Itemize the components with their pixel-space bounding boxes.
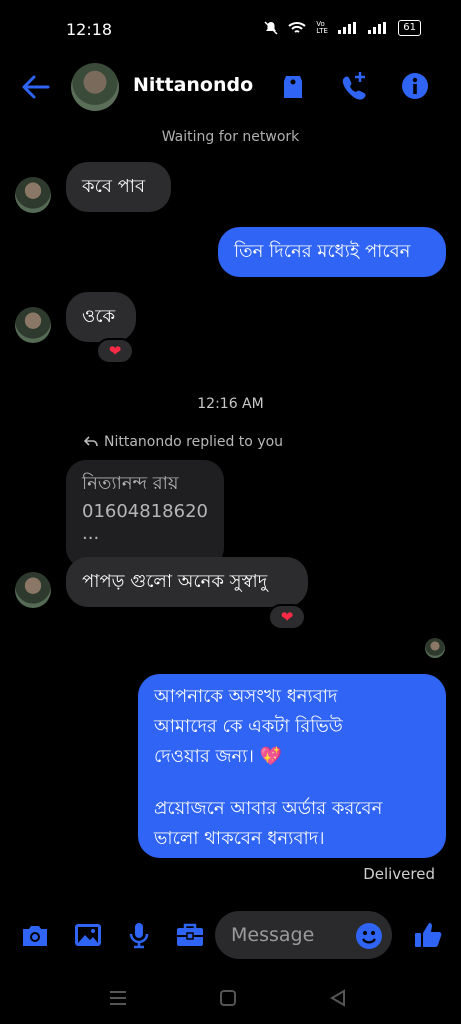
briefcase-icon bbox=[177, 923, 203, 946]
message-line: প্রয়োজনে আবার অর্ডার করবেন bbox=[154, 798, 383, 819]
triangle-back-icon bbox=[330, 989, 345, 1007]
chat-header: Nittanondo bbox=[0, 58, 461, 116]
mute-icon bbox=[264, 21, 278, 35]
back-button[interactable] bbox=[20, 72, 52, 102]
add-call-icon bbox=[342, 72, 366, 100]
seen-avatar bbox=[425, 638, 445, 658]
heart-reaction[interactable]: ❤ bbox=[96, 338, 134, 364]
system-nav-bar bbox=[0, 980, 461, 1024]
back-nav-button[interactable] bbox=[326, 986, 350, 1010]
sender-avatar[interactable] bbox=[15, 572, 51, 608]
heart-icon: ❤ bbox=[108, 342, 122, 360]
camera-icon bbox=[23, 926, 47, 946]
emoji-button[interactable] bbox=[355, 922, 383, 950]
message-text: পাপড় গুলো অনেক সুস্বাদু bbox=[82, 571, 268, 592]
info-icon bbox=[402, 73, 428, 99]
message-text: কবে পাব bbox=[82, 176, 146, 197]
status-time: 12:18 bbox=[66, 20, 113, 39]
camera-button[interactable] bbox=[20, 920, 50, 950]
network-status: Waiting for network bbox=[161, 129, 300, 145]
info-button[interactable] bbox=[400, 70, 430, 102]
network-label: Vo LTE bbox=[316, 20, 328, 35]
microphone-button[interactable] bbox=[124, 920, 154, 950]
like-button[interactable] bbox=[413, 920, 443, 950]
tag-button[interactable] bbox=[278, 70, 308, 102]
signal-icon bbox=[338, 22, 357, 34]
briefcase-button[interactable] bbox=[175, 920, 205, 950]
sender-avatar[interactable] bbox=[15, 177, 51, 213]
home-button[interactable] bbox=[216, 986, 240, 1010]
message-timestamp: 12:16 AM bbox=[197, 396, 264, 412]
wifi-icon bbox=[288, 22, 306, 33]
recents-button[interactable] bbox=[106, 986, 130, 1010]
status-bar: 12:18 Vo LTE 61 bbox=[0, 0, 461, 58]
emoji-icon bbox=[356, 923, 382, 949]
gallery-button[interactable] bbox=[73, 920, 103, 950]
heart-reaction[interactable]: ❤ bbox=[268, 604, 306, 630]
delivery-status: Delivered bbox=[363, 865, 435, 883]
message-line: ভালো থাকবেন ধন্যবাদ। bbox=[154, 828, 325, 849]
call-button[interactable] bbox=[338, 70, 368, 102]
image-icon bbox=[75, 924, 101, 946]
status-icons: Vo LTE 61 bbox=[264, 20, 421, 36]
arrow-left-icon bbox=[22, 75, 50, 99]
signal-icon-2 bbox=[368, 22, 387, 34]
reply-arrow-icon bbox=[84, 436, 98, 447]
message-text: ওকে bbox=[82, 306, 116, 327]
quoted-line: 01604818620 bbox=[82, 501, 208, 522]
sender-avatar[interactable] bbox=[15, 307, 51, 343]
composer bbox=[0, 908, 461, 964]
thumbs-up-icon bbox=[415, 923, 442, 947]
quoted-line: ... bbox=[82, 523, 100, 544]
message-line: আপনাকে অসংখ্য ধন্যবাদ bbox=[154, 686, 338, 707]
contact-avatar[interactable] bbox=[71, 63, 119, 111]
reply-note-text: Nittanondo replied to you bbox=[104, 434, 284, 450]
message-outgoing[interactable]: আপনাকে অসংখ্য ধন্যবাদ আমাদের কে একটা রিভ… bbox=[138, 674, 446, 858]
message-incoming[interactable]: পাপড় গুলো অনেক সুস্বাদু bbox=[66, 557, 308, 607]
message-line: আমাদের কে একটা রিভিউ bbox=[154, 716, 343, 737]
home-square-icon bbox=[220, 990, 236, 1006]
contact-name[interactable]: Nittanondo bbox=[133, 74, 253, 96]
reply-note: Nittanondo replied to you bbox=[84, 434, 283, 450]
message-text: তিন দিনের মধ্যেই পাবেন bbox=[234, 241, 411, 262]
message-incoming[interactable]: কবে পাব bbox=[66, 162, 171, 212]
quoted-message[interactable]: নিত্যানন্দ রায় 01604818620 ... bbox=[66, 460, 224, 568]
quoted-line: নিত্যানন্দ রায় bbox=[82, 473, 179, 494]
heart-icon: ❤ bbox=[280, 608, 294, 626]
tag-icon bbox=[284, 76, 302, 98]
microphone-icon bbox=[129, 923, 149, 949]
message-incoming[interactable]: ওকে bbox=[66, 292, 136, 342]
battery-indicator: 61 bbox=[398, 20, 421, 36]
message-outgoing[interactable]: তিন দিনের মধ্যেই পাবেন bbox=[218, 227, 446, 277]
message-line: দেওয়ার জন্য। 💖 bbox=[154, 746, 283, 767]
menu-icon bbox=[110, 991, 126, 1005]
